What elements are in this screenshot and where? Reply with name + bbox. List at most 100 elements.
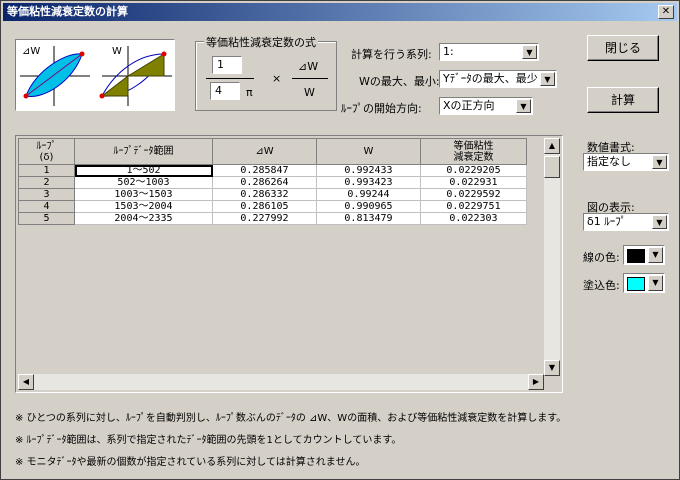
chevron-down-icon[interactable]: ▼ <box>540 72 555 86</box>
table-row[interactable]: 3 1003〜1503 0.286332 0.99244 0.0229592 <box>18 188 527 201</box>
line-color-swatch <box>627 249 645 263</box>
column-header-w[interactable]: W <box>316 138 421 165</box>
table-cell[interactable]: 1〜502 <box>74 164 213 177</box>
row-header-cell[interactable]: 2 <box>18 176 75 189</box>
results-grid[interactable]: ﾙｰﾌﾟ (δ) ﾙｰﾌﾟﾃﾞｰﾀ範囲 ⊿W W 等価粘性 減衰定数 1 1〜50… <box>15 135 563 393</box>
table-cell[interactable]: 0.227992 <box>212 212 317 225</box>
table-cell[interactable]: 0.0229751 <box>420 200 527 213</box>
table-cell[interactable]: 0.0229205 <box>420 164 527 177</box>
chevron-down-icon[interactable]: ▼ <box>652 155 667 169</box>
right-diagram-label: W <box>112 46 122 57</box>
table-cell[interactable]: 0.993423 <box>316 176 421 189</box>
scroll-thumb[interactable] <box>544 156 560 178</box>
times-symbol: × <box>272 72 282 85</box>
hysteresis-diagram: ⊿W W <box>20 46 172 106</box>
fill-color-label: 塗込色: <box>583 279 620 292</box>
table-cell[interactable]: 0.285847 <box>212 164 317 177</box>
direction-select-value: Xの正方向 <box>443 99 495 112</box>
scroll-right-icon[interactable]: ▶ <box>528 374 544 390</box>
direction-select[interactable]: Xの正方向 ▼ <box>439 97 533 115</box>
table-cell[interactable]: 0.992433 <box>316 164 421 177</box>
table-cell[interactable]: 0.990965 <box>316 200 421 213</box>
display-select-value: δ1 ﾙｰﾌﾟ <box>587 215 627 228</box>
scroll-left-icon[interactable]: ◀ <box>18 374 34 390</box>
table-row[interactable]: 5 2004〜2335 0.227992 0.813479 0.022303 <box>18 212 527 225</box>
title-bar: 等価粘性減衰定数の計算 ✕ <box>3 3 677 21</box>
window-title: 等価粘性減衰定数の計算 <box>7 5 128 18</box>
table-header-row: ﾙｰﾌﾟ (δ) ﾙｰﾌﾟﾃﾞｰﾀ範囲 ⊿W W 等価粘性 減衰定数 <box>18 138 527 165</box>
scroll-up-icon[interactable]: ▲ <box>544 138 560 154</box>
close-window-button[interactable]: ✕ <box>658 5 674 19</box>
table-cell[interactable]: 0.022303 <box>420 212 527 225</box>
line-color-picker[interactable]: ▼ <box>623 245 665 265</box>
table-cell[interactable]: 2004〜2335 <box>74 212 213 225</box>
chevron-down-icon[interactable]: ▼ <box>522 45 537 59</box>
dialog-window: 等価粘性減衰定数の計算 ✕ ⊿W W 等価粘性減衰定数の式 1 4 π × ⊿W… <box>0 0 680 480</box>
vertical-scrollbar[interactable]: ▲ ▼ <box>544 138 560 376</box>
row-header-cell[interactable]: 3 <box>18 188 75 201</box>
chevron-down-icon[interactable]: ▼ <box>648 247 663 263</box>
series-label: 計算を行う系列: <box>351 48 432 61</box>
header-dw-text: ⊿W <box>255 146 274 157</box>
left-max-point <box>79 51 85 57</box>
calculate-button[interactable]: 計算 <box>587 87 659 113</box>
line-color-label: 線の色: <box>583 251 620 264</box>
number-format-value: 指定なし <box>587 155 631 168</box>
table-cell[interactable]: 0.99244 <box>316 188 421 201</box>
header-damping-text: 等価粘性 減衰定数 <box>453 140 494 163</box>
table-cell[interactable]: 502〜1003 <box>74 176 213 189</box>
column-header-dw[interactable]: ⊿W <box>212 138 317 165</box>
horizontal-scrollbar[interactable]: ◀ ▶ <box>18 374 544 390</box>
series-select-value: 1: <box>443 45 454 58</box>
table-cell[interactable]: 0.0229592 <box>420 188 527 201</box>
scroll-down-icon[interactable]: ▼ <box>544 360 560 376</box>
chevron-down-icon[interactable]: ▼ <box>648 275 663 291</box>
formula-group-title: 等価粘性減衰定数の式 <box>204 34 318 50</box>
column-header-loop[interactable]: ﾙｰﾌﾟ (δ) <box>18 138 75 165</box>
fill-color-swatch <box>627 277 645 291</box>
table-cell[interactable]: 1503〜2004 <box>74 200 213 213</box>
row-header-cell[interactable]: 1 <box>18 164 75 177</box>
chevron-down-icon[interactable]: ▼ <box>516 99 531 113</box>
fraction-bar <box>206 78 254 79</box>
note-line-3: ※ モニタﾃﾞｰﾀや最新の個数が指定されている系列に対しては計算されません。 <box>15 457 366 468</box>
row-header-cell[interactable]: 5 <box>18 212 75 225</box>
results-table: ﾙｰﾌﾟ (δ) ﾙｰﾌﾟﾃﾞｰﾀ範囲 ⊿W W 等価粘性 減衰定数 1 1〜50… <box>18 138 527 225</box>
fill-color-picker[interactable]: ▼ <box>623 273 665 293</box>
table-cell[interactable]: 1003〜1503 <box>74 188 213 201</box>
table-row[interactable]: 1 1〜502 0.285847 0.992433 0.0229205 <box>18 164 527 177</box>
table-row[interactable]: 2 502〜1003 0.286264 0.993423 0.022931 <box>18 176 527 189</box>
table-cell[interactable]: 0.286332 <box>212 188 317 201</box>
numerator-input[interactable]: 1 <box>212 56 242 74</box>
right-max-point <box>161 51 167 57</box>
column-header-damping[interactable]: 等価粘性 減衰定数 <box>420 138 527 165</box>
display-select[interactable]: δ1 ﾙｰﾌﾟ ▼ <box>583 213 669 231</box>
table-cell[interactable]: 0.813479 <box>316 212 421 225</box>
header-loop-text: ﾙｰﾌﾟ (δ) <box>36 140 57 163</box>
direction-label: ﾙｰﾌﾟの開始方向: <box>341 102 422 115</box>
pi-symbol: π <box>246 86 253 99</box>
hysteresis-diagram-panel: ⊿W W <box>15 39 175 111</box>
column-header-range[interactable]: ﾙｰﾌﾟﾃﾞｰﾀ範囲 <box>74 138 213 165</box>
number-format-select[interactable]: 指定なし ▼ <box>583 153 669 171</box>
table-cell[interactable]: 0.286105 <box>212 200 317 213</box>
minmax-select[interactable]: Yﾃﾞｰﾀの最大、最少 ▼ <box>439 70 557 88</box>
note-line-2: ※ ﾙｰﾌﾟﾃﾞｰﾀ範囲は、系列で指定されたﾃﾞｰﾀ範囲の先頭を1としてカウント… <box>15 435 402 446</box>
table-row[interactable]: 4 1503〜2004 0.286105 0.990965 0.0229751 <box>18 200 527 213</box>
left-min-point <box>23 93 29 99</box>
minmax-label: Wの最大、最小: <box>359 75 440 88</box>
denominator-input[interactable]: 4 <box>210 82 240 100</box>
table-cell[interactable]: 0.022931 <box>420 176 527 189</box>
right-min-point <box>99 93 105 99</box>
row-header-cell[interactable]: 4 <box>18 200 75 213</box>
chevron-down-icon[interactable]: ▼ <box>652 215 667 229</box>
close-button[interactable]: 閉じる <box>587 35 659 61</box>
series-select[interactable]: 1: ▼ <box>439 43 539 61</box>
minmax-select-value: Yﾃﾞｰﾀの最大、最少 <box>443 72 538 85</box>
table-cell[interactable]: 0.286264 <box>212 176 317 189</box>
header-range-text: ﾙｰﾌﾟﾃﾞｰﾀ範囲 <box>113 146 174 157</box>
ratio-bar <box>292 78 328 79</box>
note-line-1: ※ ひとつの系列に対し、ﾙｰﾌﾟを自動判別し、ﾙｰﾌﾟ数ぶんのﾃﾞｰﾀの ⊿W、… <box>15 413 567 424</box>
dw-label: ⊿W <box>298 60 319 73</box>
header-w-text: W <box>363 146 374 157</box>
